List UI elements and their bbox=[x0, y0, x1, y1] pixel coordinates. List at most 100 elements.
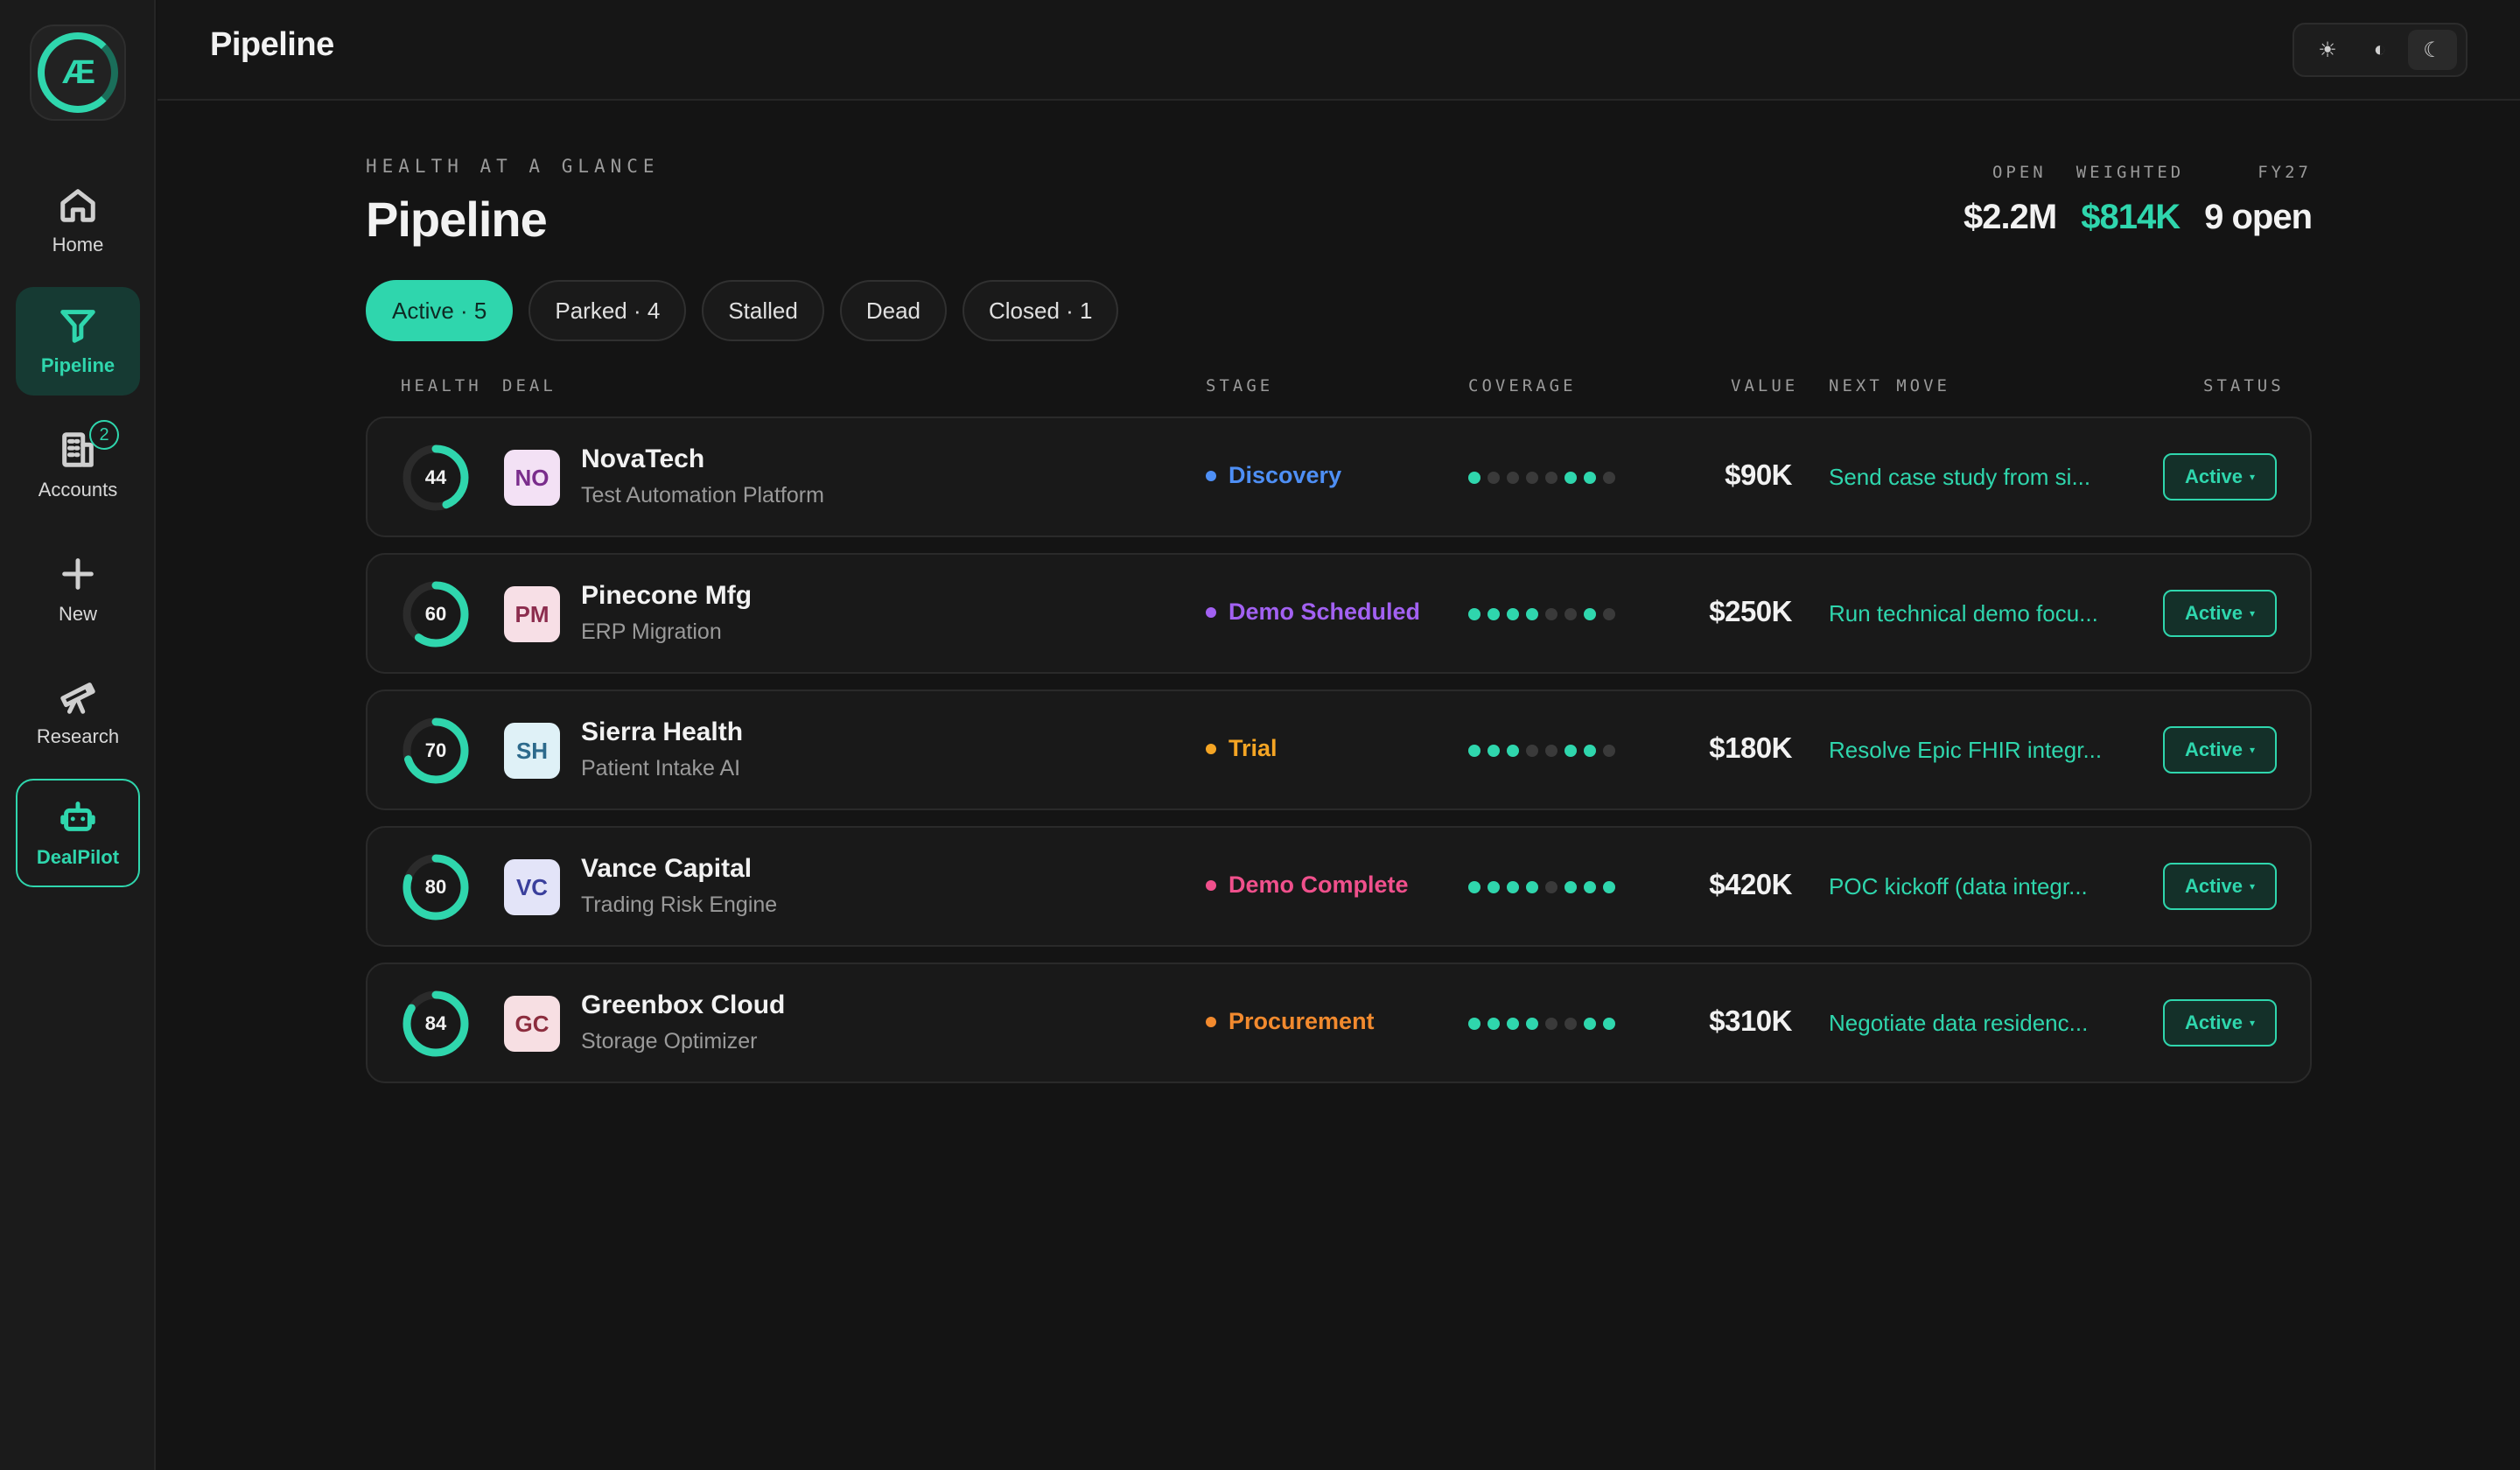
sidebar-item-new[interactable]: New bbox=[16, 536, 140, 644]
health-score: 44 bbox=[424, 466, 447, 488]
sidebar-item-home[interactable]: Home bbox=[16, 166, 140, 275]
app-logo[interactable]: Æ bbox=[30, 24, 126, 121]
robot-icon bbox=[60, 802, 95, 831]
coverage-dot bbox=[1468, 745, 1480, 757]
filter-dead[interactable]: Dead bbox=[839, 280, 947, 341]
sidebar-item-research[interactable]: Research bbox=[16, 658, 140, 766]
account-avatar: GC bbox=[504, 996, 560, 1052]
coverage-dot bbox=[1564, 608, 1577, 620]
stage-dot bbox=[1206, 879, 1216, 891]
table-row[interactable]: 84 GC Greenbox Cloud Storage Optimizer P… bbox=[366, 962, 2312, 1083]
deal-name: Greenbox Cloud bbox=[581, 990, 786, 1019]
table-row[interactable]: 60 PM Pinecone Mfg ERP Migration Demo Sc… bbox=[366, 553, 2312, 674]
filter-icon bbox=[60, 310, 95, 343]
coverage-dot bbox=[1488, 745, 1500, 757]
coverage-dot bbox=[1603, 472, 1615, 484]
logo-mark: Æ bbox=[38, 32, 118, 113]
sidebar-item-label: DealPilot bbox=[36, 846, 120, 868]
deal-name: Pinecone Mfg bbox=[581, 581, 752, 610]
coverage-dot bbox=[1603, 608, 1615, 620]
next-move[interactable]: Resolve Epic FHIR integr... bbox=[1829, 737, 2102, 764]
coverage-dots bbox=[1468, 745, 1615, 757]
deal-product: Test Automation Platform bbox=[581, 483, 824, 508]
stage-label: Demo Complete bbox=[1206, 872, 1409, 899]
coverage-dot bbox=[1603, 881, 1615, 893]
open-label: OPEN bbox=[1992, 163, 2047, 182]
status-label: Active bbox=[2184, 1012, 2243, 1033]
weighted-label: WEIGHTED bbox=[2076, 163, 2185, 182]
filter-stalled[interactable]: Stalled bbox=[702, 280, 824, 341]
coverage-dot bbox=[1526, 472, 1538, 484]
table-row[interactable]: 70 SH Sierra Health Patient Intake AI Tr… bbox=[366, 690, 2312, 810]
stage-text: Discovery bbox=[1228, 462, 1342, 488]
next-move[interactable]: Send case study from si... bbox=[1829, 464, 2090, 491]
home-icon bbox=[60, 189, 95, 222]
status-dropdown[interactable]: Active ▾ bbox=[2163, 453, 2277, 500]
coverage-dot bbox=[1603, 745, 1615, 757]
coverage-dots bbox=[1468, 472, 1615, 484]
coverage-dot bbox=[1526, 881, 1538, 893]
sidebar-item-pipeline[interactable]: Pipeline bbox=[16, 287, 140, 396]
stats-labels: OPEN WEIGHTED FY27 bbox=[1992, 163, 2312, 182]
account-avatar: NO bbox=[504, 450, 560, 506]
filter-closed[interactable]: Closed · 1 bbox=[962, 280, 1119, 341]
account-avatar: SH bbox=[504, 723, 560, 779]
sidebar: Æ Home Pipeline Accounts 2 New Research … bbox=[0, 0, 156, 1470]
next-move[interactable]: POC kickoff (data integr... bbox=[1829, 873, 2088, 900]
coverage-dots bbox=[1468, 881, 1615, 893]
contrast-icon[interactable]: ◐ bbox=[2356, 30, 2404, 70]
status-dropdown[interactable]: Active ▾ bbox=[2163, 726, 2277, 774]
table-row[interactable]: 44 NO NovaTech Test Automation Platform … bbox=[366, 416, 2312, 537]
table-row[interactable]: 80 VC Vance Capital Trading Risk Engine … bbox=[366, 826, 2312, 947]
stage-label: Trial bbox=[1206, 735, 1278, 762]
deal-value: $90K bbox=[1725, 458, 1792, 491]
status-dropdown[interactable]: Active ▾ bbox=[2163, 999, 2277, 1046]
coverage-dot bbox=[1564, 745, 1577, 757]
coverage-dot bbox=[1468, 881, 1480, 893]
coverage-dots bbox=[1468, 1018, 1615, 1030]
next-move[interactable]: Negotiate data residenc... bbox=[1829, 1010, 2088, 1037]
coverage-dot bbox=[1545, 608, 1558, 620]
coverage-dot bbox=[1545, 472, 1558, 484]
status-label: Active bbox=[2184, 466, 2243, 487]
status-dropdown[interactable]: Active ▾ bbox=[2163, 863, 2277, 910]
moon-icon[interactable]: ☾ bbox=[2408, 30, 2457, 70]
sidebar-item-label: Accounts bbox=[38, 479, 118, 500]
deal-value: $420K bbox=[1709, 868, 1792, 900]
coverage-dot bbox=[1468, 472, 1480, 484]
coverage-dot bbox=[1507, 608, 1519, 620]
stage-dot bbox=[1206, 606, 1216, 618]
table-header: HEALTH DEAL STAGE COVERAGE VALUE NEXT MO… bbox=[366, 376, 2312, 402]
notification-badge: 2 bbox=[89, 420, 119, 450]
filter-active[interactable]: Active · 5 bbox=[366, 280, 514, 341]
sidebar-item-dealpilot[interactable]: DealPilot bbox=[16, 779, 140, 887]
top-bar: Pipeline ☀ ◐ ☾ bbox=[158, 0, 2520, 101]
sun-icon[interactable]: ☀ bbox=[2303, 30, 2352, 70]
status-dropdown[interactable]: Active ▾ bbox=[2163, 590, 2277, 637]
coverage-dot bbox=[1526, 745, 1538, 757]
coverage-dot bbox=[1507, 1018, 1519, 1030]
deal-name: Sierra Health bbox=[581, 718, 744, 746]
coverage-dot bbox=[1526, 608, 1538, 620]
account-avatar: PM bbox=[504, 586, 560, 642]
chevron-down-icon: ▾ bbox=[2250, 1017, 2256, 1029]
header-deal: DEAL bbox=[502, 376, 556, 396]
deal-value: $250K bbox=[1709, 595, 1792, 627]
coverage-dot bbox=[1488, 472, 1500, 484]
health-score: 70 bbox=[424, 739, 447, 761]
deal-value: $180K bbox=[1709, 732, 1792, 764]
filter-chips: Active · 5 Parked · 4 Stalled Dead Close… bbox=[366, 280, 1119, 341]
sidebar-item-accounts[interactable]: Accounts 2 bbox=[16, 411, 140, 520]
coverage-dot bbox=[1564, 1018, 1577, 1030]
stage-label: Demo Scheduled bbox=[1206, 598, 1420, 626]
coverage-dot bbox=[1468, 1018, 1480, 1030]
stage-text: Demo Scheduled bbox=[1228, 598, 1421, 625]
coverage-dot bbox=[1584, 881, 1596, 893]
coverage-dot bbox=[1488, 881, 1500, 893]
deal-product: Storage Optimizer bbox=[581, 1029, 758, 1054]
next-move[interactable]: Run technical demo focu... bbox=[1829, 600, 2098, 627]
deal-product: Patient Intake AI bbox=[581, 756, 741, 780]
header-status: STATUS bbox=[2203, 376, 2285, 396]
sidebar-item-label: Home bbox=[52, 234, 104, 256]
filter-parked[interactable]: Parked · 4 bbox=[528, 280, 687, 341]
